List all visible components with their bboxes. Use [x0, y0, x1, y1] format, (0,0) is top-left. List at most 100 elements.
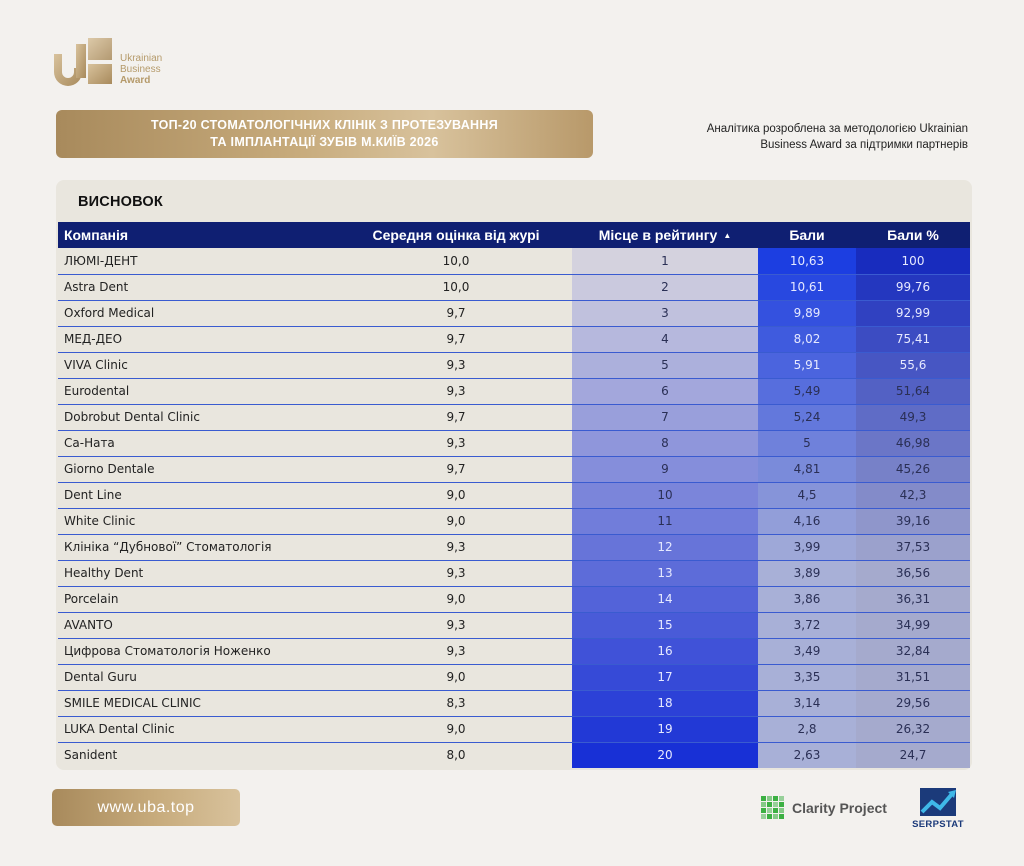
jury-score-cell: 9,7: [340, 404, 572, 431]
jury-score-cell: 9,3: [340, 534, 572, 561]
jury-score-cell: 9,3: [340, 352, 572, 379]
points-percent-cell: 36,56: [856, 560, 970, 587]
table-row: Giorno Dentale 9,7 9 4,81 45,26: [58, 456, 970, 483]
rank-cell: 15: [572, 612, 758, 639]
column-header-company[interactable]: Компанія: [58, 222, 340, 248]
table-row: Porcelain 9,0 14 3,86 36,31: [58, 586, 970, 613]
jury-score-cell: 10,0: [340, 274, 572, 301]
jury-score-cell: 9,3: [340, 430, 572, 457]
serpstat-label: SERPSTAT: [912, 819, 964, 830]
points-percent-cell: 37,53: [856, 534, 970, 561]
points-cell: 3,72: [758, 612, 856, 639]
rank-cell: 7: [572, 404, 758, 431]
points-cell: 3,14: [758, 690, 856, 717]
analytics-note: Аналітика розроблена за методологією Ukr…: [628, 121, 968, 153]
points-cell: 3,89: [758, 560, 856, 587]
conclusion-card: ВИСНОВОК Компанія Середня оцінка від жур…: [56, 180, 972, 770]
website-url-button[interactable]: www.uba.top: [52, 789, 240, 826]
sort-ascending-icon[interactable]: ▲: [723, 231, 731, 240]
jury-score-cell: 9,0: [340, 586, 572, 613]
rank-cell: 11: [572, 508, 758, 535]
table-row: AVANTO 9,3 15 3,72 34,99: [58, 612, 970, 639]
rank-cell: 3: [572, 300, 758, 327]
table-row: SMILE MEDICAL CLINIC 8,3 18 3,14 29,56: [58, 690, 970, 717]
analytics-line-1: Аналітика розроблена за методологією Ukr…: [706, 123, 968, 135]
company-cell: LUKA Dental Clinic: [58, 716, 340, 743]
points-percent-cell: 75,41: [856, 326, 970, 353]
rank-cell: 4: [572, 326, 758, 353]
jury-score-cell: 9,0: [340, 508, 572, 535]
points-cell: 3,35: [758, 664, 856, 691]
points-percent-cell: 32,84: [856, 638, 970, 665]
company-cell: Dental Guru: [58, 664, 340, 691]
rank-cell: 1: [572, 248, 758, 275]
points-cell: 5: [758, 430, 856, 457]
title-line-1: ТОП-20 СТОМАТОЛОГІЧНИХ КЛІНІК З ПРОТЕЗУВ…: [151, 118, 498, 132]
table-row: Astra Dent 10,0 2 10,61 99,76: [58, 274, 970, 301]
points-cell: 3,49: [758, 638, 856, 665]
table-row: Sanident 8,0 20 2,63 24,7: [58, 742, 970, 768]
rank-cell: 9: [572, 456, 758, 483]
jury-score-cell: 10,0: [340, 248, 572, 275]
column-header-jury-score[interactable]: Середня оцінка від журі: [340, 222, 572, 248]
table-header-row: Компанія Середня оцінка від журі Місце в…: [58, 222, 970, 248]
uba-logo-mark-icon: [54, 38, 112, 86]
jury-score-cell: 9,3: [340, 638, 572, 665]
rank-cell: 14: [572, 586, 758, 613]
points-percent-cell: 99,76: [856, 274, 970, 301]
points-percent-cell: 45,26: [856, 456, 970, 483]
column-header-rank-label: Місце в рейтингу: [598, 227, 718, 243]
table-row: Dent Line 9,0 10 4,5 42,3: [58, 482, 970, 509]
table-body: ЛЮМІ-ДЕНТ 10,0 1 10,63 100 Astra Dent 10,0 2 10,…: [58, 248, 970, 768]
points-cell: 9,89: [758, 300, 856, 327]
logo-line-3: Award: [120, 75, 151, 86]
column-header-points[interactable]: Бали: [758, 222, 856, 248]
company-cell: Eurodental: [58, 378, 340, 405]
company-cell: МЕД-ДЕО: [58, 326, 340, 353]
points-cell: 3,86: [758, 586, 856, 613]
points-percent-cell: 46,98: [856, 430, 970, 457]
rank-cell: 16: [572, 638, 758, 665]
points-cell: 5,91: [758, 352, 856, 379]
points-cell: 4,81: [758, 456, 856, 483]
points-cell: 10,61: [758, 274, 856, 301]
rank-cell: 10: [572, 482, 758, 509]
jury-score-cell: 9,0: [340, 716, 572, 743]
points-cell: 4,16: [758, 508, 856, 535]
logo-line-1: Ukrainian: [120, 53, 163, 64]
company-cell: VIVA Clinic: [58, 352, 340, 379]
rank-cell: 5: [572, 352, 758, 379]
points-percent-cell: 29,56: [856, 690, 970, 717]
company-cell: Са-Ната: [58, 430, 340, 457]
company-cell: Astra Dent: [58, 274, 340, 301]
jury-score-cell: 9,7: [340, 300, 572, 327]
rank-cell: 19: [572, 716, 758, 743]
table-row: Са-Ната 9,3 8 5 46,98: [58, 430, 970, 457]
table-row: ЛЮМІ-ДЕНТ 10,0 1 10,63 100: [58, 248, 970, 275]
jury-score-cell: 8,3: [340, 690, 572, 717]
ranking-table: Компанія Середня оцінка від журі Місце в…: [58, 222, 970, 768]
column-header-points-percent[interactable]: Бали %: [856, 222, 970, 248]
clarity-project-label: Clarity Project: [792, 800, 887, 816]
analytics-line-2: Business Award за підтримки партнерів: [760, 139, 968, 151]
logo-line-2: Business: [120, 64, 161, 75]
company-cell: Dent Line: [58, 482, 340, 509]
points-cell: 2,8: [758, 716, 856, 743]
points-percent-cell: 49,3: [856, 404, 970, 431]
column-header-rank[interactable]: Місце в рейтингу ▲: [572, 222, 758, 248]
company-cell: Dobrobut Dental Clinic: [58, 404, 340, 431]
table-row: LUKA Dental Clinic 9,0 19 2,8 26,32: [58, 716, 970, 743]
points-cell: 5,49: [758, 378, 856, 405]
points-percent-cell: 36,31: [856, 586, 970, 613]
points-percent-cell: 55,6: [856, 352, 970, 379]
jury-score-cell: 9,3: [340, 378, 572, 405]
points-cell: 5,24: [758, 404, 856, 431]
table-row: Dental Guru 9,0 17 3,35 31,51: [58, 664, 970, 691]
rank-cell: 17: [572, 664, 758, 691]
table-row: Цифрова Стоматологія Ноженко 9,3 16 3,49 32,…: [58, 638, 970, 665]
points-percent-cell: 51,64: [856, 378, 970, 405]
company-cell: ЛЮМІ-ДЕНТ: [58, 248, 340, 275]
company-cell: Oxford Medical: [58, 300, 340, 327]
points-percent-cell: 100: [856, 248, 970, 275]
jury-score-cell: 9,7: [340, 326, 572, 353]
